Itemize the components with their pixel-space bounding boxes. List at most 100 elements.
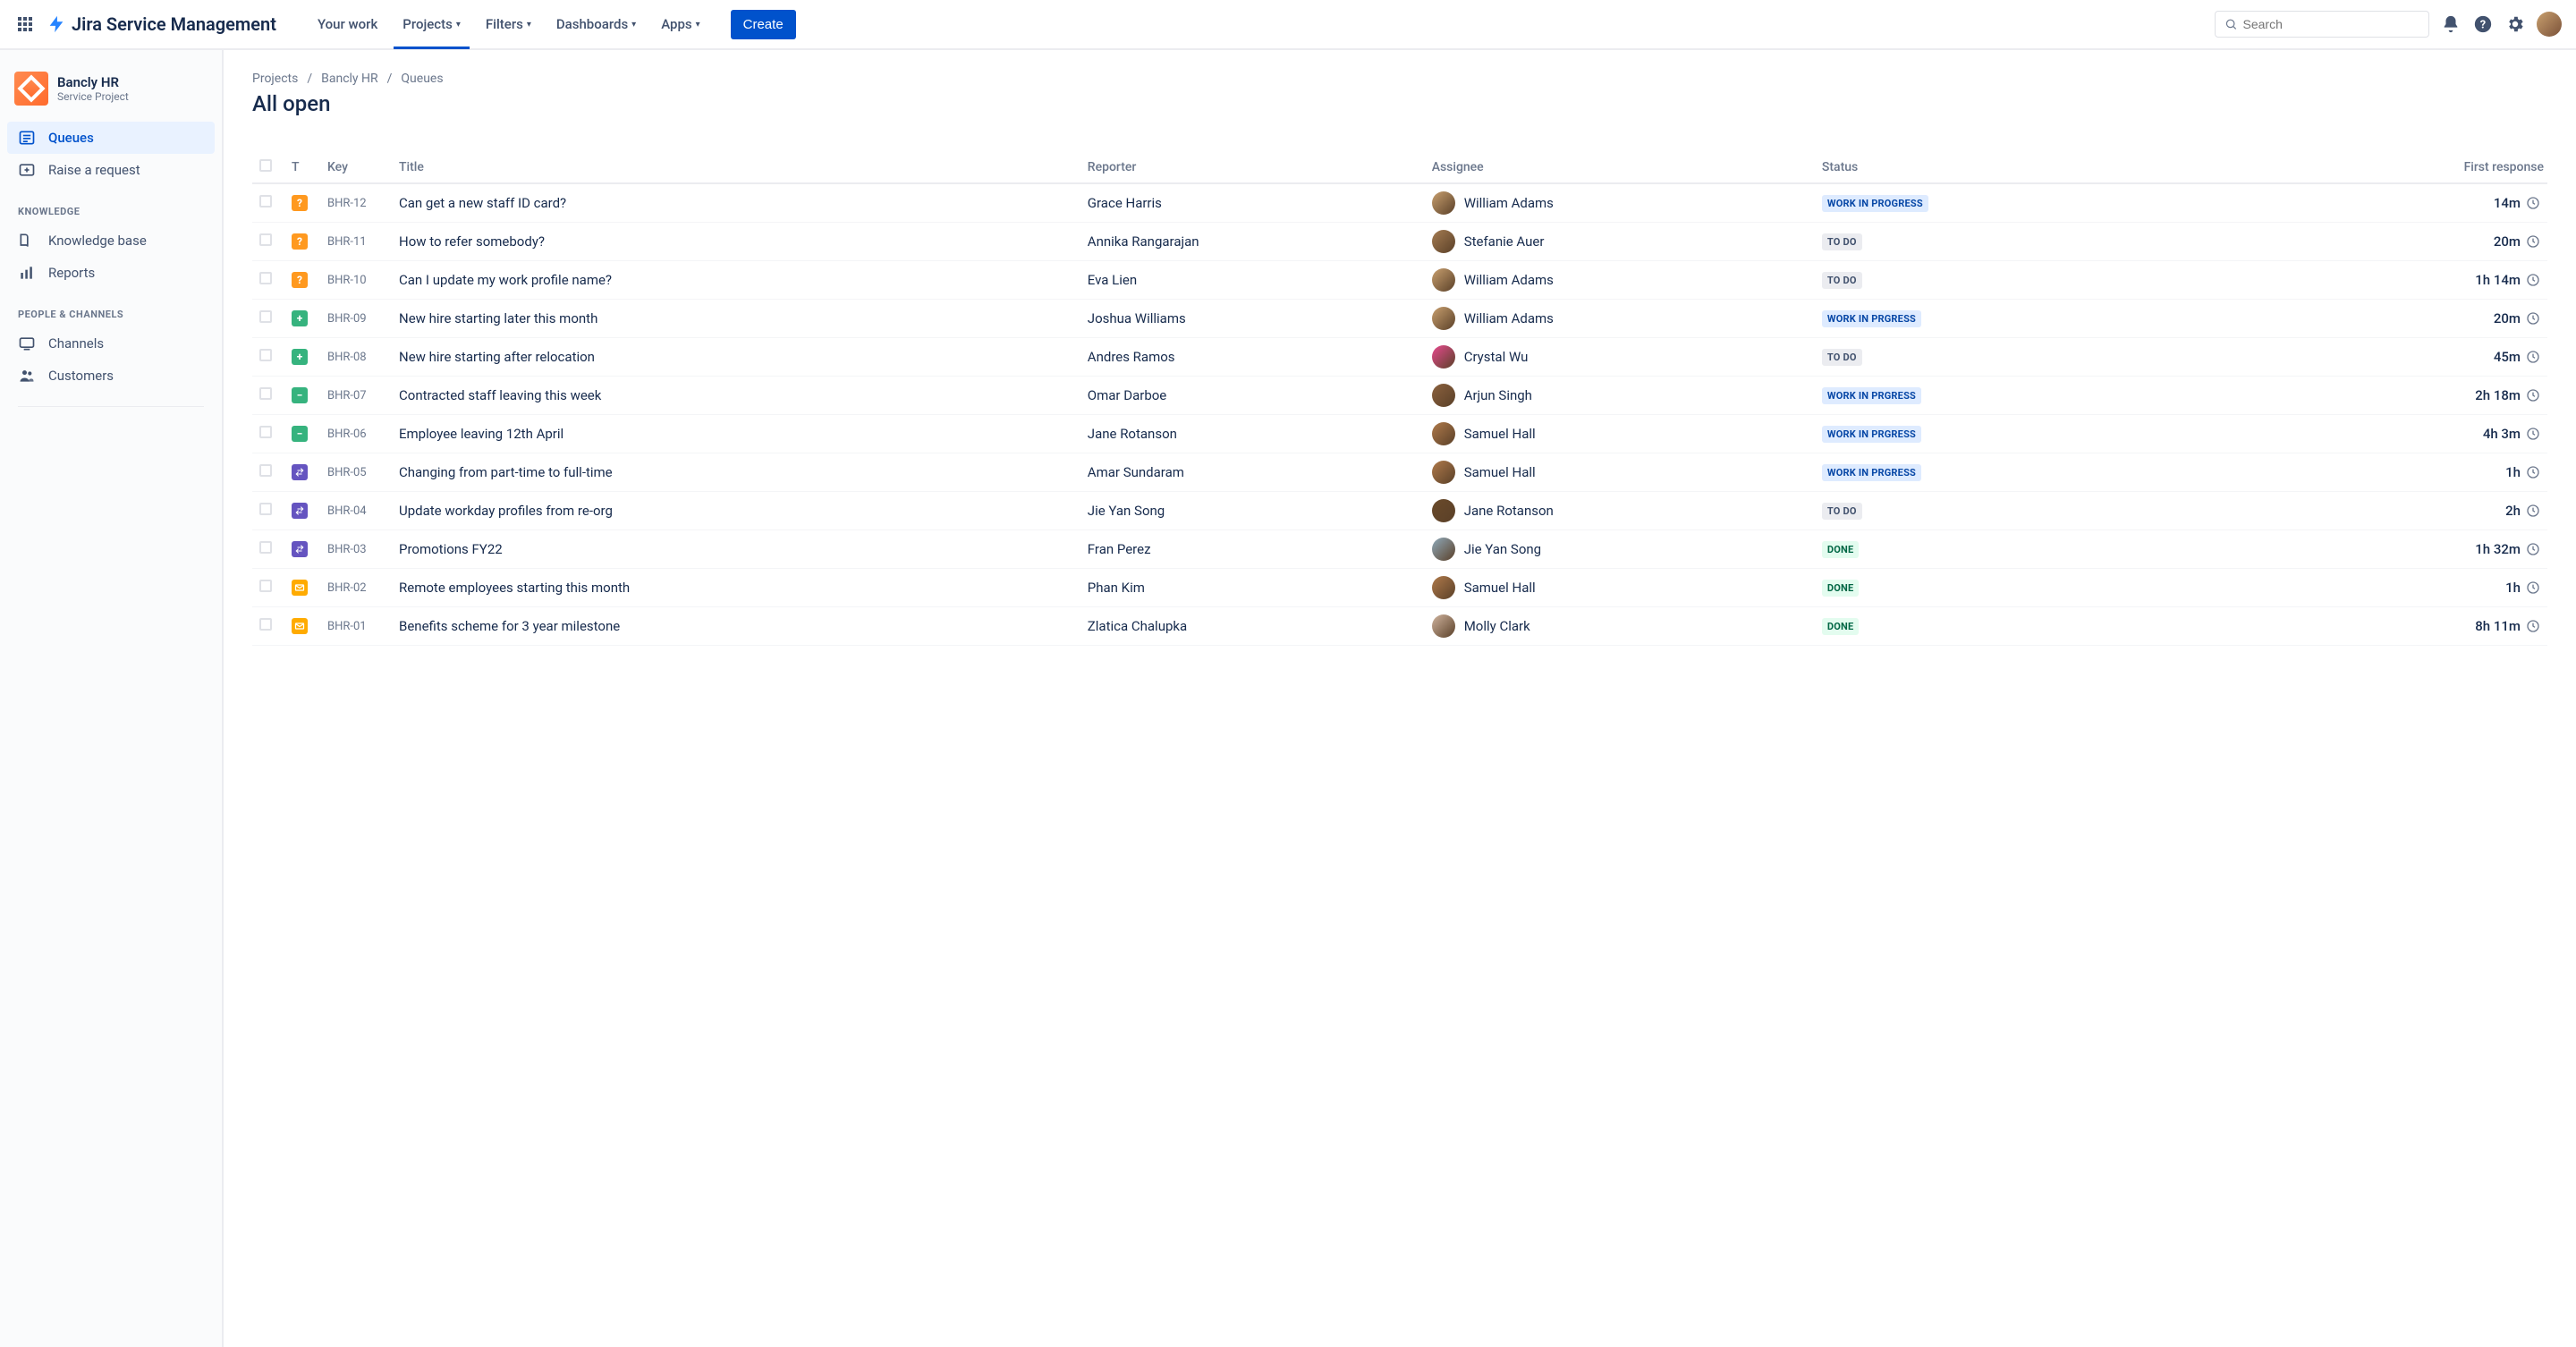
issue-title[interactable]: New hire starting after relocation <box>392 338 1080 377</box>
sidebar-item-knowledge-base[interactable]: Knowledge base <box>7 224 215 257</box>
status-badge[interactable]: DONE <box>1822 580 1859 597</box>
issue-key[interactable]: BHR-12 <box>320 183 392 223</box>
status-badge[interactable]: DONE <box>1822 618 1859 635</box>
row-checkbox[interactable] <box>259 195 272 208</box>
sidebar-item-raise-request[interactable]: Raise a request <box>7 154 215 186</box>
create-button[interactable]: Create <box>731 10 796 39</box>
status-badge[interactable]: TO DO <box>1822 503 1862 520</box>
status-badge[interactable]: WORK IN PRGRESS <box>1822 310 1921 327</box>
assignee[interactable]: Molly Clark <box>1432 614 1808 638</box>
issue-title[interactable]: Can I update my work profile name? <box>392 261 1080 300</box>
column-reporter[interactable]: Reporter <box>1080 152 1425 183</box>
issue-title[interactable]: How to refer somebody? <box>392 223 1080 261</box>
table-row[interactable]: BHR-01Benefits scheme for 3 year milesto… <box>252 607 2547 646</box>
settings-icon[interactable] <box>2504 13 2526 35</box>
column-first-response[interactable]: First response <box>2136 152 2547 183</box>
issue-key[interactable]: BHR-06 <box>320 415 392 453</box>
row-checkbox[interactable] <box>259 464 272 477</box>
status-badge[interactable]: WORK IN PRGRESS <box>1822 464 1921 481</box>
status-badge[interactable]: WORK IN PRGRESS <box>1822 426 1921 443</box>
row-checkbox[interactable] <box>259 580 272 592</box>
column-assignee[interactable]: Assignee <box>1425 152 1815 183</box>
issue-key[interactable]: BHR-04 <box>320 492 392 530</box>
status-badge[interactable]: TO DO <box>1822 233 1862 250</box>
column-key[interactable]: Key <box>320 152 392 183</box>
sidebar-item-queues[interactable]: Queues <box>7 122 215 154</box>
table-row[interactable]: BHR-03Promotions FY22Fran PerezJie Yan S… <box>252 530 2547 569</box>
row-checkbox[interactable] <box>259 618 272 631</box>
select-all-checkbox[interactable] <box>259 159 272 172</box>
status-badge[interactable]: WORK IN PROGRESS <box>1822 195 1928 212</box>
product-logo[interactable]: Jira Service Management <box>47 13 276 35</box>
status-badge[interactable]: DONE <box>1822 541 1859 558</box>
sidebar-item-reports[interactable]: Reports <box>7 257 215 289</box>
issue-title[interactable]: Changing from part-time to full-time <box>392 453 1080 492</box>
column-type[interactable]: T <box>284 152 320 183</box>
table-row[interactable]: −BHR-07Contracted staff leaving this wee… <box>252 377 2547 415</box>
breadcrumb-projects[interactable]: Projects <box>252 72 298 86</box>
table-row[interactable]: +BHR-08New hire starting after relocatio… <box>252 338 2547 377</box>
nav-apps[interactable]: Apps ▾ <box>652 1 708 47</box>
search-input[interactable] <box>2243 17 2420 31</box>
assignee[interactable]: Stefanie Auer <box>1432 230 1808 253</box>
issue-title[interactable]: Update workday profiles from re-org <box>392 492 1080 530</box>
column-status[interactable]: Status <box>1815 152 2136 183</box>
row-checkbox[interactable] <box>259 310 272 323</box>
issue-key[interactable]: BHR-03 <box>320 530 392 569</box>
issue-key[interactable]: BHR-05 <box>320 453 392 492</box>
assignee[interactable]: Arjun Singh <box>1432 384 1808 407</box>
status-badge[interactable]: TO DO <box>1822 272 1862 289</box>
table-row[interactable]: +BHR-09New hire starting later this mont… <box>252 300 2547 338</box>
assignee[interactable]: Crystal Wu <box>1432 345 1808 369</box>
issue-title[interactable]: New hire starting later this month <box>392 300 1080 338</box>
assignee[interactable]: Samuel Hall <box>1432 422 1808 445</box>
issue-title[interactable]: Employee leaving 12th April <box>392 415 1080 453</box>
assignee[interactable]: Jie Yan Song <box>1432 538 1808 561</box>
issue-key[interactable]: BHR-08 <box>320 338 392 377</box>
issue-key[interactable]: BHR-01 <box>320 607 392 646</box>
assignee[interactable]: Samuel Hall <box>1432 461 1808 484</box>
assignee[interactable]: William Adams <box>1432 191 1808 215</box>
table-row[interactable]: ?BHR-11How to refer somebody?Annika Rang… <box>252 223 2547 261</box>
table-row[interactable]: ?BHR-12Can get a new staff ID card?Grace… <box>252 183 2547 223</box>
issue-title[interactable]: Contracted staff leaving this week <box>392 377 1080 415</box>
app-switcher-icon[interactable] <box>14 13 36 35</box>
table-row[interactable]: ?BHR-10Can I update my work profile name… <box>252 261 2547 300</box>
global-search[interactable] <box>2215 11 2429 38</box>
row-checkbox[interactable] <box>259 426 272 438</box>
breadcrumb-project[interactable]: Bancly HR <box>321 72 378 86</box>
status-badge[interactable]: TO DO <box>1822 349 1862 366</box>
row-checkbox[interactable] <box>259 349 272 361</box>
nav-projects[interactable]: Projects ▾ <box>394 1 470 47</box>
table-row[interactable]: BHR-05Changing from part-time to full-ti… <box>252 453 2547 492</box>
issue-title[interactable]: Benefits scheme for 3 year milestone <box>392 607 1080 646</box>
assignee[interactable]: William Adams <box>1432 307 1808 330</box>
row-checkbox[interactable] <box>259 541 272 554</box>
assignee[interactable]: Samuel Hall <box>1432 576 1808 599</box>
issue-title[interactable]: Can get a new staff ID card? <box>392 183 1080 223</box>
issue-key[interactable]: BHR-11 <box>320 223 392 261</box>
sidebar-item-customers[interactable]: Customers <box>7 360 215 392</box>
row-checkbox[interactable] <box>259 503 272 515</box>
issue-key[interactable]: BHR-10 <box>320 261 392 300</box>
assignee[interactable]: Jane Rotanson <box>1432 499 1808 522</box>
status-badge[interactable]: WORK IN PRGRESS <box>1822 387 1921 404</box>
issue-key[interactable]: BHR-07 <box>320 377 392 415</box>
column-title[interactable]: Title <box>392 152 1080 183</box>
issue-title[interactable]: Remote employees starting this month <box>392 569 1080 607</box>
row-checkbox[interactable] <box>259 272 272 284</box>
user-avatar[interactable] <box>2537 12 2562 37</box>
nav-your-work[interactable]: Your work <box>309 1 386 47</box>
nav-filters[interactable]: Filters ▾ <box>477 1 540 47</box>
assignee[interactable]: William Adams <box>1432 268 1808 292</box>
issue-key[interactable]: BHR-02 <box>320 569 392 607</box>
table-row[interactable]: BHR-02Remote employees starting this mon… <box>252 569 2547 607</box>
row-checkbox[interactable] <box>259 387 272 400</box>
table-row[interactable]: −BHR-06Employee leaving 12th AprilJane R… <box>252 415 2547 453</box>
sidebar-item-channels[interactable]: Channels <box>7 327 215 360</box>
table-row[interactable]: BHR-04Update workday profiles from re-or… <box>252 492 2547 530</box>
row-checkbox[interactable] <box>259 233 272 246</box>
breadcrumb-section[interactable]: Queues <box>401 72 443 86</box>
notifications-icon[interactable] <box>2440 13 2462 35</box>
issue-title[interactable]: Promotions FY22 <box>392 530 1080 569</box>
